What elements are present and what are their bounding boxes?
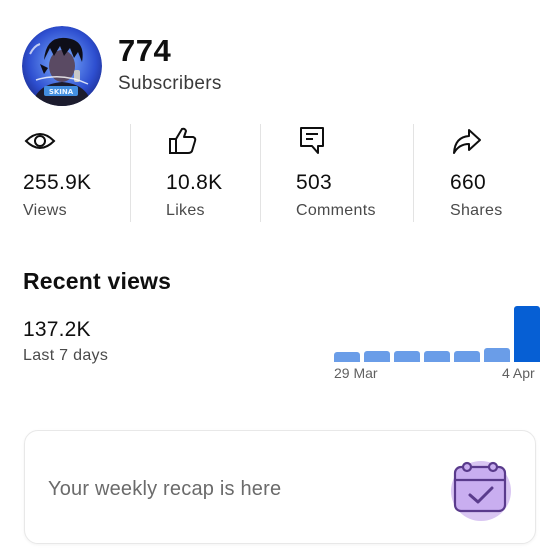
avatar[interactable]: SKINA [22,26,102,106]
chart-bar [394,351,420,362]
likes-value: 10.8K [166,171,223,194]
subscriber-label: Subscribers [118,73,222,94]
channel-header: SKINA 774 Subscribers [22,26,222,106]
calendar-check-icon [451,461,511,521]
chart-bar [424,351,450,362]
stat-views[interactable]: 255.9K Views [23,124,91,222]
x-tick-start: 29 Mar [334,365,378,381]
weekly-recap-text: Your weekly recap is here [48,478,282,500]
views-value: 255.9K [23,171,92,194]
likes-label: Likes [166,202,205,219]
stats-row: 255.9K Views 10.8K Likes 503 Comments 66… [0,124,560,222]
share-icon [453,129,481,154]
chart-bar [364,351,390,362]
recent-views-chart[interactable] [334,306,540,362]
recent-views-title: Recent views [23,268,172,294]
shares-label: Shares [450,202,503,219]
chart-bar [334,352,360,362]
stat-shares[interactable]: 660 Shares [450,124,502,222]
recent-views-period: Last 7 days [23,347,109,364]
thumbs-up-icon [169,127,197,154]
divider [130,124,131,222]
comment-icon [300,127,324,154]
chart-bar [454,351,480,362]
x-tick-end: 4 Apr [502,365,535,381]
weekly-recap-card[interactable]: Your weekly recap is here [24,430,536,544]
chart-bar [514,306,540,362]
divider [260,124,261,222]
stat-comments[interactable]: 503 Comments [296,124,375,222]
views-label: Views [23,202,67,219]
comments-value: 503 [296,171,332,194]
shares-value: 660 [450,171,486,194]
avatar-badge-text: SKINA [49,88,74,96]
recent-views-value: 137.2K [23,318,91,341]
divider [413,124,414,222]
subscriber-count: 774 [118,33,172,68]
stat-likes[interactable]: 10.8K Likes [166,124,222,222]
chart-bar [484,348,510,362]
eye-icon [24,133,56,149]
comments-label: Comments [296,202,376,219]
